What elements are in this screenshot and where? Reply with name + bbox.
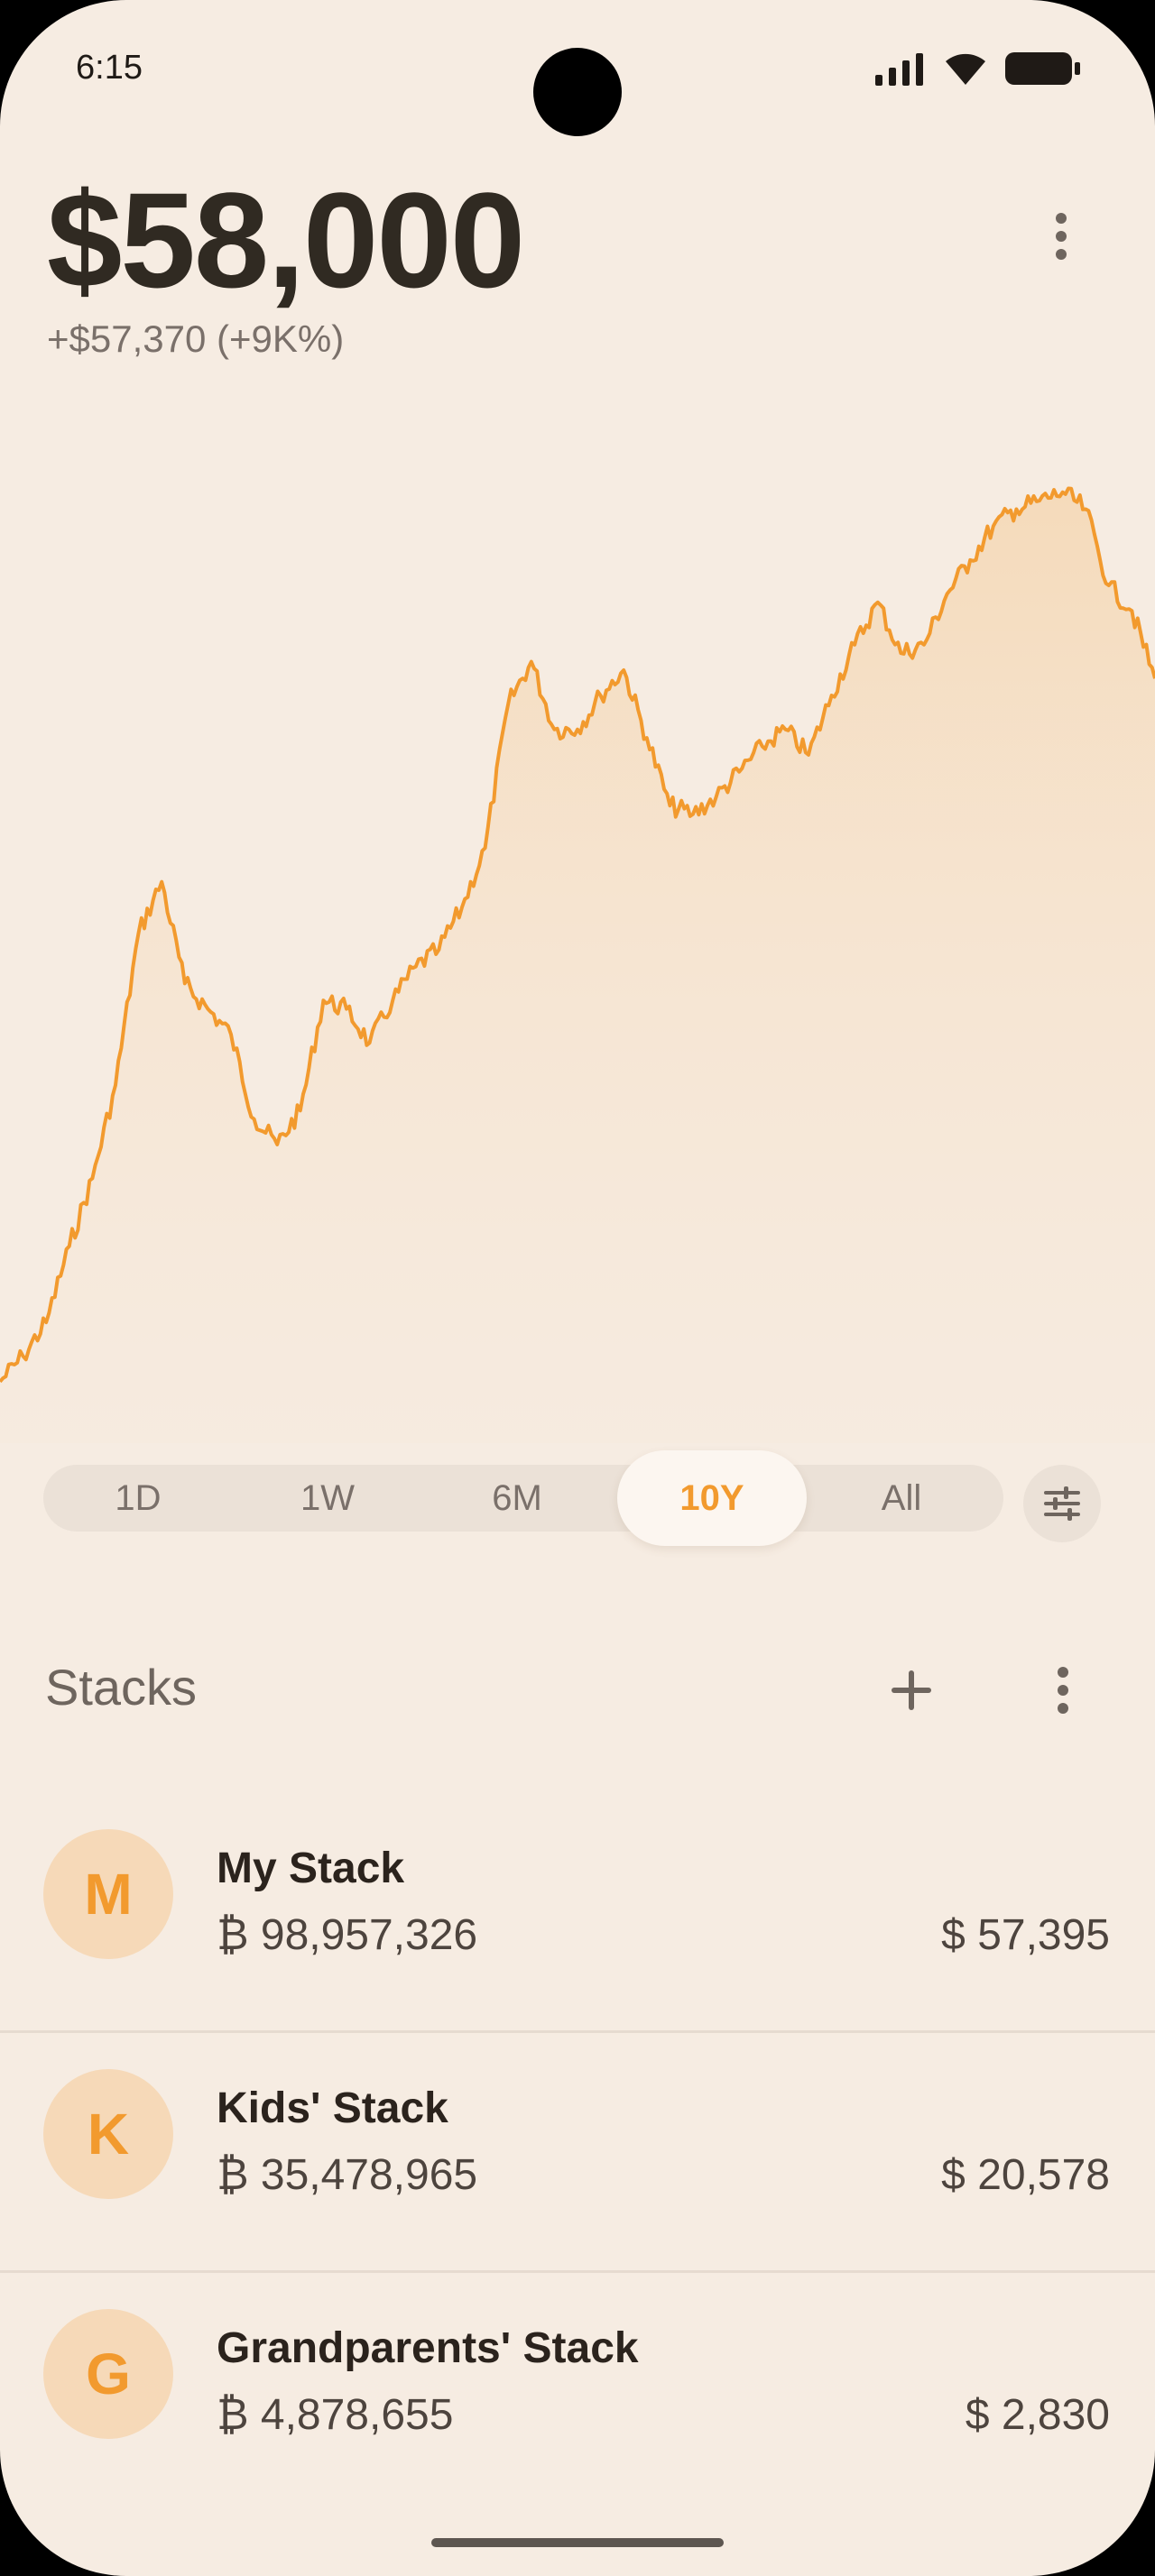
range-option-1w[interactable]: 1W [233,1465,422,1532]
chart-settings-button[interactable] [1023,1465,1101,1542]
add-stack-icon[interactable] [884,1663,938,1717]
total-balance: $58,000 [47,164,525,316]
stack-name: Kids' Stack [217,2084,448,2132]
balance-change: +$57,370 (+9K%) [47,317,345,360]
status-icons [875,51,1081,87]
price-chart[interactable] [0,415,1155,1443]
status-time: 6:15 [76,49,143,87]
signal-icon [875,53,923,86]
stack-btc-amount: ₿ 98,957,326 [217,1911,478,1959]
stack-usd-amount: $ 2,830 [965,2391,1110,2439]
stack-btc-amount: ₿ 4,878,655 [217,2391,454,2439]
range-option-all[interactable]: All [807,1465,996,1532]
range-selector: 1D 1W 6M 10Y All [43,1450,1003,1546]
stack-btc-amount: ₿ 35,478,965 [217,2151,478,2199]
stacks-heading: Stacks [45,1659,198,1716]
stacks-more-icon[interactable] [1041,1663,1085,1717]
range-option-1d[interactable]: 1D [43,1465,233,1532]
stack-usd-amount: $ 20,578 [941,2151,1110,2199]
stack-row-grandparents-stack[interactable]: G Grandparents' Stack ₿ 4,878,655 $ 2,83… [0,2273,1155,2489]
phone-screen: 6:15 $58,000 +$57,370 (+9K%) 1D 1W 6M 10… [0,0,1155,2576]
camera-cutout [533,48,622,136]
avatar: K [43,2069,173,2199]
stack-name: Grandparents' Stack [217,2324,639,2372]
wifi-icon [946,53,985,85]
range-option-6m[interactable]: 6M [422,1465,612,1532]
more-vert-icon[interactable] [1040,209,1083,263]
chart-area [0,488,1155,1443]
range-option-10y[interactable]: 10Y [617,1450,807,1546]
sliders-icon [1044,1486,1080,1521]
home-indicator[interactable] [431,2538,724,2547]
stack-name: My Stack [217,1845,405,1892]
stack-row-kids-stack[interactable]: K Kids' Stack ₿ 35,478,965 $ 20,578 [0,2033,1155,2273]
stack-usd-amount: $ 57,395 [941,1911,1110,1959]
stack-row-my-stack[interactable]: M My Stack ₿ 98,957,326 $ 57,395 [0,1793,1155,2033]
avatar: G [43,2309,173,2439]
avatar: M [43,1829,173,1959]
battery-icon [1005,52,1080,85]
